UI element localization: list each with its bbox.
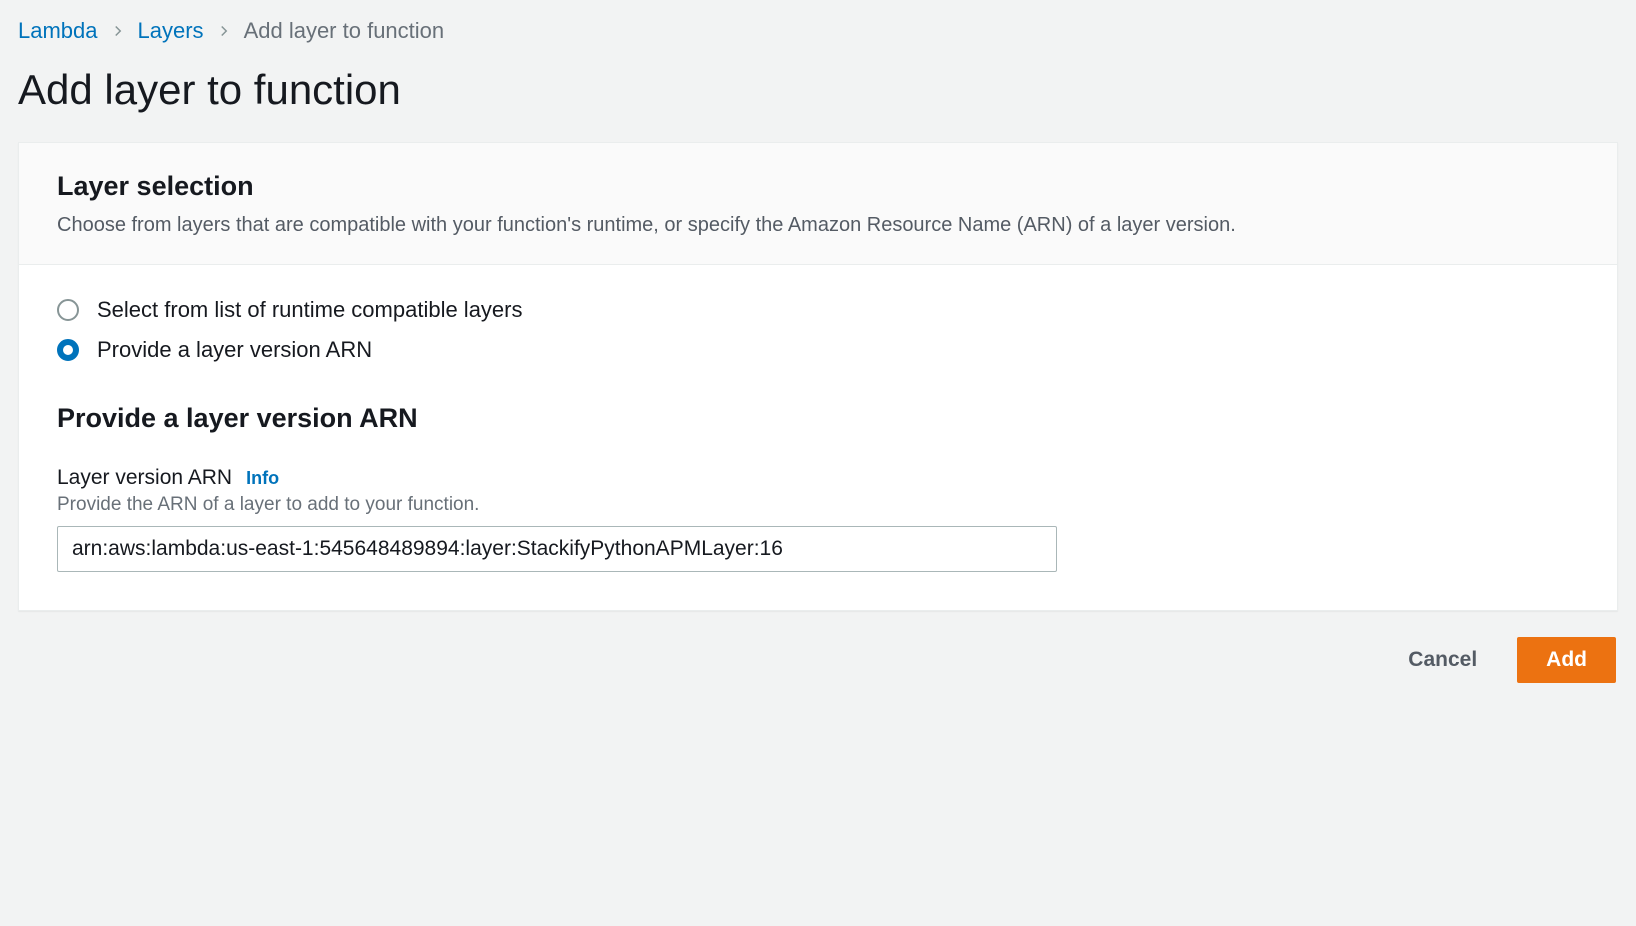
page-title: Add layer to function — [18, 66, 1618, 114]
panel-description: Choose from layers that are compatible w… — [57, 210, 1579, 240]
cancel-button[interactable]: Cancel — [1380, 637, 1505, 683]
panel-title: Layer selection — [57, 171, 1579, 202]
panel-header: Layer selection Choose from layers that … — [19, 143, 1617, 265]
breadcrumb: Lambda Layers Add layer to function — [18, 18, 1618, 44]
arn-input[interactable] — [57, 526, 1057, 572]
radio-group: Select from list of runtime compatible l… — [57, 297, 1579, 363]
layer-selection-panel: Layer selection Choose from layers that … — [18, 142, 1618, 611]
chevron-right-icon — [218, 25, 230, 37]
panel-body: Select from list of runtime compatible l… — [19, 265, 1617, 610]
arn-field: Layer version ARN Info Provide the ARN o… — [57, 466, 1579, 572]
radio-unchecked-icon — [57, 299, 79, 321]
radio-checked-icon — [57, 339, 79, 361]
radio-label: Select from list of runtime compatible l… — [97, 297, 523, 323]
radio-option-select-from-list[interactable]: Select from list of runtime compatible l… — [57, 297, 1579, 323]
radio-option-provide-arn[interactable]: Provide a layer version ARN — [57, 337, 1579, 363]
field-label: Layer version ARN — [57, 466, 232, 490]
breadcrumb-link-layers[interactable]: Layers — [138, 18, 204, 44]
field-help: Provide the ARN of a layer to add to you… — [57, 494, 1579, 516]
chevron-right-icon — [112, 25, 124, 37]
breadcrumb-link-lambda[interactable]: Lambda — [18, 18, 98, 44]
radio-label: Provide a layer version ARN — [97, 337, 372, 363]
breadcrumb-current: Add layer to function — [244, 18, 445, 44]
section-heading: Provide a layer version ARN — [57, 403, 1579, 434]
button-row: Cancel Add — [18, 637, 1618, 683]
add-button[interactable]: Add — [1517, 637, 1616, 683]
info-link[interactable]: Info — [246, 468, 279, 489]
